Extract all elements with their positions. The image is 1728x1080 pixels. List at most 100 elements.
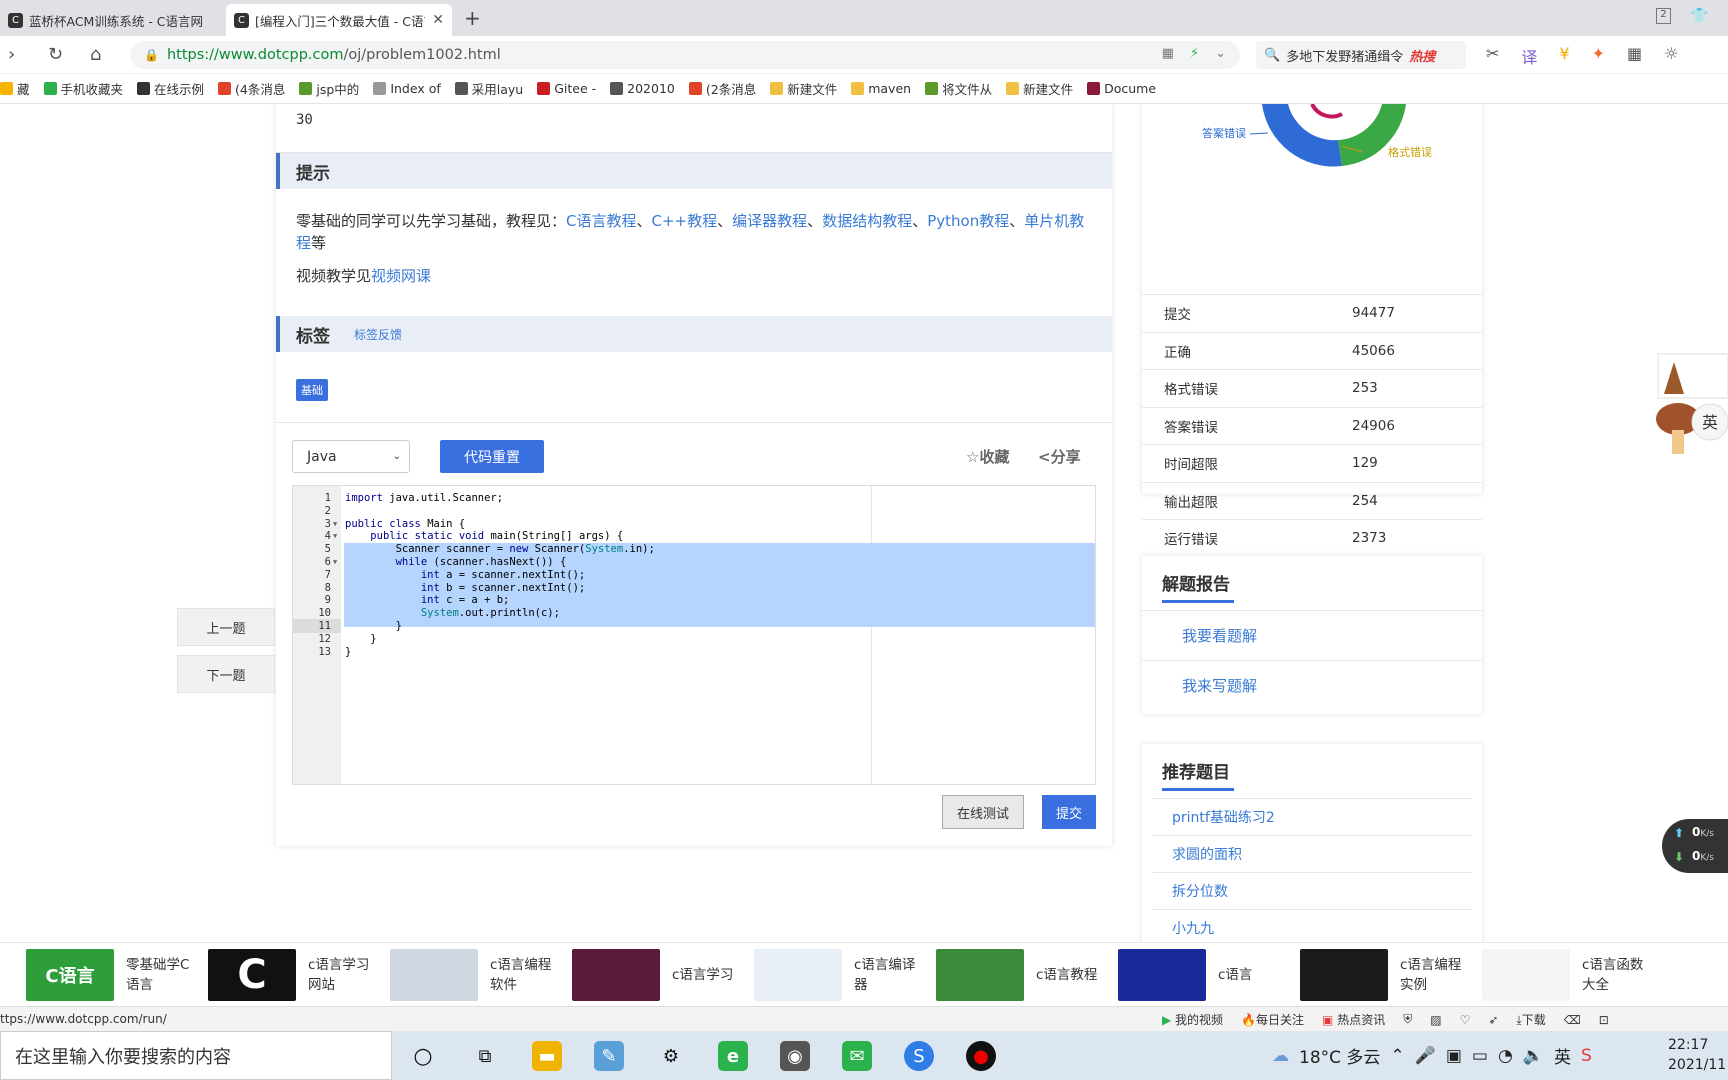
code-reset-button[interactable]: 代码重置 <box>440 440 544 473</box>
tutorial-link-data-structure[interactable]: 数据结构教程 <box>822 212 912 230</box>
bookmark-item[interactable]: (2条消息 <box>688 79 756 98</box>
layout-icon[interactable]: ⊡ <box>1599 1013 1609 1027</box>
fold-arrow-icon[interactable]: ▼ <box>333 555 337 569</box>
weather-text[interactable]: 18°C 多云 <box>1299 1043 1380 1068</box>
taskbar-clock[interactable]: 22:17 2021/11 <box>1668 1035 1726 1075</box>
scissors-icon[interactable]: ✂ <box>1486 44 1499 68</box>
ad-item[interactable]: c语言函数大全 <box>1482 949 1652 1001</box>
tutorial-link-python[interactable]: Python教程 <box>927 212 1009 230</box>
code-line[interactable]: } <box>345 645 351 659</box>
browser-tab[interactable]: C 蓝桥杯ACM训练系统 - C语言网 <box>0 4 222 36</box>
browser-app-icon[interactable]: e <box>718 1041 748 1071</box>
language-select[interactable]: Java ⌄ <box>292 440 410 473</box>
translate-icon[interactable]: 译 <box>1521 44 1537 68</box>
rocket-icon[interactable]: ➶ <box>1488 1013 1498 1027</box>
daily-follow-item[interactable]: 🔥每日关注 <box>1241 1011 1304 1028</box>
bookmark-item[interactable]: 采用layu <box>454 79 523 98</box>
floating-mascot-widget[interactable]: 英 <box>1650 344 1728 464</box>
wechat-icon[interactable]: ✉ <box>842 1041 872 1071</box>
ime-indicator[interactable]: 英 <box>1554 1043 1571 1068</box>
record-icon[interactable]: ● <box>966 1041 996 1071</box>
share-button[interactable]: <分享 <box>1038 446 1081 467</box>
microphone-icon[interactable]: 🎤 <box>1415 1046 1436 1066</box>
taskbar-search-input[interactable]: 在这里输入你要搜索的内容 <box>0 1031 392 1080</box>
heart-icon[interactable]: ♡ <box>1460 1013 1471 1027</box>
bookmark-item[interactable]: 在线示例 <box>137 79 204 98</box>
tag-badge[interactable]: 基础 <box>296 379 328 401</box>
prev-problem-button[interactable]: 上一题 <box>177 608 275 646</box>
favorite-button[interactable]: ☆收藏 <box>966 446 1009 467</box>
home-icon[interactable]: ⌂ <box>90 44 101 65</box>
ad-item[interactable]: c语言编程软件 <box>390 949 560 1001</box>
cortana-icon[interactable]: ○ <box>408 1041 438 1071</box>
tutorial-link-compiler[interactable]: 编译器教程 <box>732 212 807 230</box>
ad-item[interactable]: C语言 零基础学C语言 <box>26 949 196 1001</box>
recommend-item[interactable]: 拆分位数 <box>1152 872 1472 909</box>
my-video-item[interactable]: ▶ 我的视频 <box>1162 1011 1223 1028</box>
chevron-down-icon[interactable]: ⌄ <box>1215 46 1226 61</box>
image-icon[interactable]: ▨ <box>1430 1013 1441 1027</box>
bookmark-item[interactable]: 202010 <box>610 81 675 96</box>
write-solution-link[interactable]: 我来写题解 <box>1142 660 1482 710</box>
recommend-item[interactable]: 求圆的面积 <box>1152 835 1472 872</box>
battery-icon[interactable]: ▭ <box>1472 1046 1488 1066</box>
tutorial-link-cpp[interactable]: C++教程 <box>652 212 718 230</box>
bookmark-item[interactable]: Gitee - <box>537 81 596 96</box>
tag-feedback-link[interactable]: 标签反馈 <box>354 326 402 343</box>
lightning-icon[interactable]: ⚡ <box>1190 46 1199 61</box>
code-editor[interactable]: 1 2 3 ▼ 4 ▼ 5 6 ▼ 7 8 9 10 11 12 13 import java.util.Sc… <box>292 485 1096 785</box>
apps-grid-icon[interactable]: ▦ <box>1627 44 1642 68</box>
coin-icon[interactable]: ¥ <box>1559 44 1569 68</box>
game-icon[interactable]: ✦ <box>1592 44 1605 68</box>
window-count-badge[interactable]: 2 <box>1656 8 1671 24</box>
view-solution-link[interactable]: 我要看题解 <box>1142 610 1482 660</box>
ad-item[interactable]: c语言编译器 <box>754 949 924 1001</box>
sogou-icon[interactable]: S <box>904 1041 934 1071</box>
bookmark-item[interactable]: jsp中的 <box>299 79 359 98</box>
bookmark-item[interactable]: 将文件从 <box>925 79 992 98</box>
submit-button[interactable]: 提交 <box>1042 795 1096 829</box>
ad-item[interactable]: c语言 <box>1118 949 1288 1001</box>
camera-icon[interactable]: ▣ <box>1446 1046 1462 1066</box>
shirt-icon[interactable]: 👕 <box>1691 8 1708 24</box>
online-test-button[interactable]: 在线测试 <box>942 795 1024 829</box>
fold-arrow-icon[interactable]: ▼ <box>333 529 337 543</box>
settings-gear-icon[interactable]: ⚙ <box>656 1041 686 1071</box>
file-explorer-icon[interactable]: ▬ <box>532 1041 562 1071</box>
sogou-ime-icon[interactable]: S <box>1581 1046 1592 1066</box>
bookmark-item[interactable]: 手机收藏夹 <box>43 79 123 98</box>
download-item[interactable]: ⤓下载 <box>1516 1011 1545 1028</box>
forward-icon[interactable]: › <box>8 44 15 65</box>
reload-icon[interactable]: ↻ <box>48 44 63 65</box>
hot-news-item[interactable]: ▣ 热点资讯 <box>1322 1011 1385 1028</box>
recommend-item[interactable]: 小九九 <box>1152 909 1472 942</box>
video-course-link[interactable]: 视频网课 <box>371 267 431 285</box>
cleanup-icon[interactable]: ⌫ <box>1564 1013 1581 1027</box>
settings-icon[interactable]: ☼ <box>1664 44 1678 68</box>
shield-icon[interactable]: ⛨ <box>1403 1012 1412 1027</box>
qr-code-icon[interactable]: ▦ <box>1162 46 1174 61</box>
ad-item[interactable]: Cc语言学习网站 <box>208 949 378 1001</box>
next-problem-button[interactable]: 下一题 <box>177 655 275 693</box>
bookmark-item[interactable]: (4条消息 <box>218 79 285 98</box>
chevron-up-icon[interactable]: ⌃ <box>1390 1046 1404 1066</box>
address-bar[interactable]: 🔒 https://www.dotcpp.com/oj/problem1002.… <box>130 41 1240 69</box>
browser-search-box[interactable]: 🔍 多地下发野猪通缉令 热搜 <box>1256 41 1466 69</box>
bookmark-item[interactable]: maven <box>851 81 911 96</box>
bookmark-item[interactable]: 藏 <box>0 79 30 98</box>
recommend-item[interactable]: printf基础练习2 <box>1152 798 1472 835</box>
close-icon[interactable]: ✕ <box>432 12 444 28</box>
bookmark-item[interactable]: 新建文件 <box>770 79 837 98</box>
bookmark-item[interactable]: 新建文件 <box>1006 79 1073 98</box>
new-tab-button[interactable]: + <box>464 6 481 30</box>
tutorial-link-c[interactable]: C语言教程 <box>566 212 636 230</box>
task-view-icon[interactable]: ⧉ <box>470 1041 500 1071</box>
ad-item[interactable]: c语言学习 <box>572 949 742 1001</box>
ad-item[interactable]: c语言编程实例 <box>1300 949 1470 1001</box>
browser-tab-active[interactable]: C [编程入门]三个数最大值 - C语言 ✕ <box>226 4 452 36</box>
wifi-icon[interactable]: ◔ <box>1498 1046 1513 1066</box>
net-speed-widget[interactable]: ⬆ 0K/s ⬇ 0K/s <box>1662 819 1728 873</box>
ad-item[interactable]: c语言教程 <box>936 949 1106 1001</box>
code-line[interactable]: import java.util.Scanner; <box>345 491 503 505</box>
volume-icon[interactable]: 🔈 <box>1523 1046 1544 1066</box>
